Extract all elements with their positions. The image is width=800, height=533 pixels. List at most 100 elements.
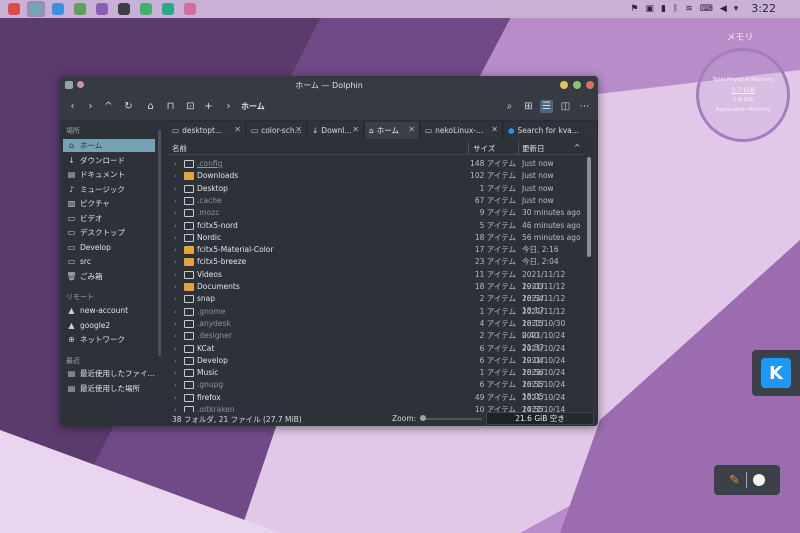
expand-arrow-icon[interactable]: › xyxy=(174,183,177,195)
window-titlebar[interactable]: ホーム — Dolphin xyxy=(60,76,598,94)
new-tab-icon[interactable]: + xyxy=(202,100,215,113)
file-row[interactable]: › Nordic 18 アイテム 56 minutes ago xyxy=(168,232,584,244)
split-view-icon[interactable]: ◫ xyxy=(559,100,572,113)
sidebar-item[interactable]: ▭ ビデオ xyxy=(63,212,155,225)
expand-arrow-icon[interactable]: › xyxy=(174,220,177,232)
file-row[interactable]: › .mozc 9 アイテム 30 minutes ago xyxy=(168,207,584,219)
close-button[interactable] xyxy=(586,81,594,89)
eyedropper-icon[interactable]: ✎ xyxy=(729,473,740,488)
launcher-plasma-browser[interactable] xyxy=(93,1,111,17)
expand-arrow-icon[interactable]: › xyxy=(174,379,177,391)
file-row[interactable]: › Music 1 アイテム 2021/10/24 18:55 xyxy=(168,367,584,389)
close-tab-icon[interactable]: ✕ xyxy=(234,125,241,134)
bluetooth-icon[interactable]: ᛒ xyxy=(673,0,678,18)
file-row[interactable]: › Develop 6 アイテム 2021/10/24 18:56 xyxy=(168,355,584,377)
volume-icon[interactable]: ◀ xyxy=(720,0,727,18)
sidebar-item[interactable]: ▭ src xyxy=(63,255,155,268)
reload-icon[interactable]: ↻ xyxy=(122,100,135,113)
file-row[interactable]: › fcitx5-Material-Color 17 アイテム 今日, 2:16 xyxy=(168,244,584,256)
sidebar-item[interactable]: ⊕ ネットワーク xyxy=(63,333,155,346)
file-list-scrollbar[interactable] xyxy=(587,157,591,257)
file-row[interactable]: › .cache 67 アイテム Just now xyxy=(168,195,584,207)
launcher-vscode[interactable] xyxy=(49,1,67,17)
sidebar-item[interactable]: ▭ Develop xyxy=(63,241,155,254)
icons-view-icon[interactable]: ⊞ xyxy=(522,100,535,113)
breadcrumb[interactable]: ホーム xyxy=(241,101,265,112)
sidebar-item[interactable]: ▲ google2 xyxy=(63,319,155,332)
file-row[interactable]: › fcitx5-breeze 23 アイテム 今日, 2:04 xyxy=(168,256,584,268)
expand-arrow-icon[interactable]: › xyxy=(174,392,177,404)
tab-item[interactable]: ↓ Downl... ✕ xyxy=(308,122,364,139)
clock[interactable]: 3:22 xyxy=(751,0,776,18)
sidebar-item[interactable]: ▤ ドキュメント xyxy=(63,168,155,181)
kdeconnect-icon[interactable]: ⚑ xyxy=(630,0,638,18)
file-row[interactable]: › .anydesk 4 アイテム 2021/10/30 0:40 xyxy=(168,318,584,340)
minimize-button[interactable] xyxy=(560,81,568,89)
sidebar-item[interactable]: ▤ 最近使用したファイ... xyxy=(63,367,155,380)
sidebar-item[interactable]: ⌂ ホーム xyxy=(63,139,155,152)
expand-arrow-icon[interactable]: › xyxy=(174,306,177,318)
tab-item[interactable]: ⌂ ホーム ✕ xyxy=(365,122,420,139)
file-row[interactable]: › fcitx5-nord 5 アイテム 46 minutes ago xyxy=(168,220,584,232)
picked-color-swatch[interactable] xyxy=(752,474,765,486)
file-row[interactable]: › Videos 11 アイテム 2021/11/12 19:03 xyxy=(168,269,584,291)
expand-arrow-icon[interactable]: › xyxy=(174,318,177,330)
expand-arrow-icon[interactable]: › xyxy=(174,207,177,219)
file-row[interactable]: › Documents 18 アイテム 2021/11/12 18:54 xyxy=(168,281,584,303)
wifi-icon[interactable]: ≋ xyxy=(685,0,693,18)
column-name[interactable]: 名前 xyxy=(172,143,187,154)
expand-arrow-icon[interactable]: › xyxy=(174,195,177,207)
tab-item[interactable]: ▭ color-sch... ✕ xyxy=(247,122,307,139)
launcher-system-monitor[interactable] xyxy=(137,1,155,17)
expand-arrow-icon[interactable]: › xyxy=(174,256,177,268)
launcher-terminal[interactable] xyxy=(115,1,133,17)
sidebar-item[interactable]: ♪ ミュージック xyxy=(63,183,155,196)
search-icon[interactable]: ⌕ xyxy=(503,100,516,113)
close-tab-icon[interactable]: ✕ xyxy=(408,125,415,134)
expand-arrow-icon[interactable]: › xyxy=(174,404,177,412)
zoom-slider-handle[interactable] xyxy=(420,415,426,421)
file-row[interactable]: › .gnome 1 アイテム 2021/11/12 18:15 xyxy=(168,306,584,328)
details-view-icon[interactable]: ☰ xyxy=(540,100,553,113)
expand-arrow-icon[interactable]: › xyxy=(174,244,177,256)
expand-arrow-icon[interactable]: › xyxy=(174,269,177,281)
keyboard-icon[interactable]: ⌨ xyxy=(700,0,713,18)
maximize-button[interactable] xyxy=(573,81,581,89)
color-picker-widget[interactable]: ✎ xyxy=(714,465,780,495)
file-row[interactable]: › .gitkraken 10 アイテム 2021/10/14 23:47 xyxy=(168,404,584,412)
sidebar-item[interactable]: ▤ 最近使用した場所 xyxy=(63,382,155,395)
expand-arrow-icon[interactable]: › xyxy=(174,330,177,342)
sidebar-item[interactable]: ▧ ピクチャ xyxy=(63,197,155,210)
tab-item[interactable]: ▭ nekoLinux-... ✕ xyxy=(421,122,503,139)
column-date[interactable]: 更新日 xyxy=(522,143,545,154)
sidebar-item[interactable]: ↓ ダウンロード xyxy=(63,154,155,167)
launcher-vivaldi[interactable] xyxy=(5,1,23,17)
close-tab-icon[interactable]: ✕ xyxy=(491,125,498,134)
file-row[interactable]: › Downloads 102 アイテム Just now xyxy=(168,170,584,182)
expand-arrow-icon[interactable]: › xyxy=(174,367,177,379)
column-size[interactable]: サイズ xyxy=(473,143,495,154)
sort-ascending-icon[interactable]: ^ xyxy=(574,143,580,152)
column-divider[interactable] xyxy=(468,141,469,155)
file-row[interactable]: › .gnupg 6 アイテム 2021/10/24 18:05 xyxy=(168,379,584,401)
close-tab-icon[interactable]: ✕ xyxy=(352,125,359,134)
clipboard-icon[interactable]: ▣ xyxy=(645,0,654,18)
memory-widget[interactable]: Total Physical Memory 3.7 GiB 1.9 GiB Ap… xyxy=(696,48,790,142)
launcher-color-picker[interactable] xyxy=(181,1,199,17)
sidebar-scrollbar[interactable] xyxy=(158,130,161,356)
tab-item[interactable]: ● Search for kva... xyxy=(504,122,598,139)
bookmark-icon[interactable]: ⊓ xyxy=(164,100,177,113)
home-icon[interactable]: ⌂ xyxy=(144,100,157,113)
expand-arrow-icon[interactable]: › xyxy=(174,158,177,170)
up-icon[interactable]: ^ xyxy=(102,100,115,113)
kde-launcher-widget[interactable]: K xyxy=(752,350,800,396)
launcher-store[interactable] xyxy=(159,1,177,17)
expand-arrow-icon[interactable]: › xyxy=(174,343,177,355)
expand-arrow-icon[interactable]: › xyxy=(174,170,177,182)
back-icon[interactable]: ‹ xyxy=(66,100,79,113)
expand-arrow-icon[interactable]: › xyxy=(174,355,177,367)
expand-arrow-icon[interactable]: › xyxy=(174,232,177,244)
file-row[interactable]: › snap 2 アイテム 2021/11/12 18:17 xyxy=(168,293,584,315)
expand-arrow-icon[interactable]: › xyxy=(174,293,177,305)
close-tab-icon[interactable]: ✕ xyxy=(295,125,302,134)
